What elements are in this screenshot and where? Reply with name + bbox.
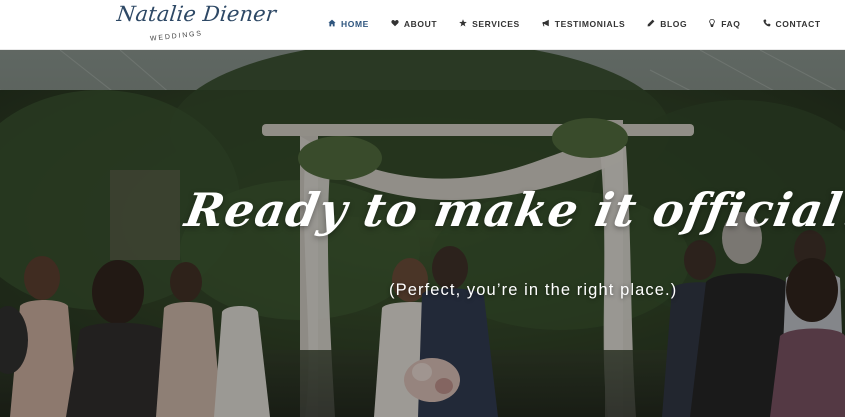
main-nav: HOME ABOUT SERVICES TESTIMONIALS BLOG FA…: [328, 17, 821, 31]
nav-label-faq: FAQ: [721, 19, 741, 29]
nav-label-home: HOME: [341, 19, 369, 29]
nav-item-faq[interactable]: FAQ: [708, 18, 741, 29]
nav-item-about[interactable]: ABOUT: [391, 19, 437, 29]
nav-label-testimonials: TESTIMONIALS: [554, 19, 626, 29]
nav-item-contact[interactable]: CONTACT: [763, 19, 821, 29]
nav-label-about: ABOUT: [403, 19, 438, 29]
site-header: Natalie Diener WEDDINGS HOME ABOUT SERVI…: [0, 0, 845, 50]
nav-item-testimonials[interactable]: TESTIMONIALS: [542, 19, 625, 29]
nav-label-blog: BLOG: [660, 19, 688, 29]
lightbulb-icon: [708, 18, 716, 29]
heart-icon: [391, 19, 399, 29]
logo-tagline: WEDDINGS: [149, 30, 204, 43]
hero-headline: Ready to make it official?: [181, 183, 845, 237]
logo-name: Natalie Diener: [115, 2, 278, 26]
megaphone-icon: [542, 19, 550, 29]
hero-subheadline: (Perfect, you’re in the right place.): [389, 281, 678, 299]
nav-label-contact: CONTACT: [775, 19, 821, 29]
nav-label-services: SERVICES: [472, 19, 520, 29]
nav-item-home[interactable]: HOME: [328, 19, 369, 29]
hero-section: Ready to make it official? (Perfect, you…: [0, 50, 845, 417]
nav-item-services[interactable]: SERVICES: [459, 19, 520, 29]
nav-item-blog[interactable]: BLOG: [647, 19, 687, 29]
home-icon: [328, 19, 336, 29]
site-logo[interactable]: Natalie Diener WEDDINGS: [116, 2, 278, 46]
phone-icon: [763, 19, 771, 29]
pencil-icon: [647, 19, 655, 29]
star-icon: [459, 19, 467, 29]
